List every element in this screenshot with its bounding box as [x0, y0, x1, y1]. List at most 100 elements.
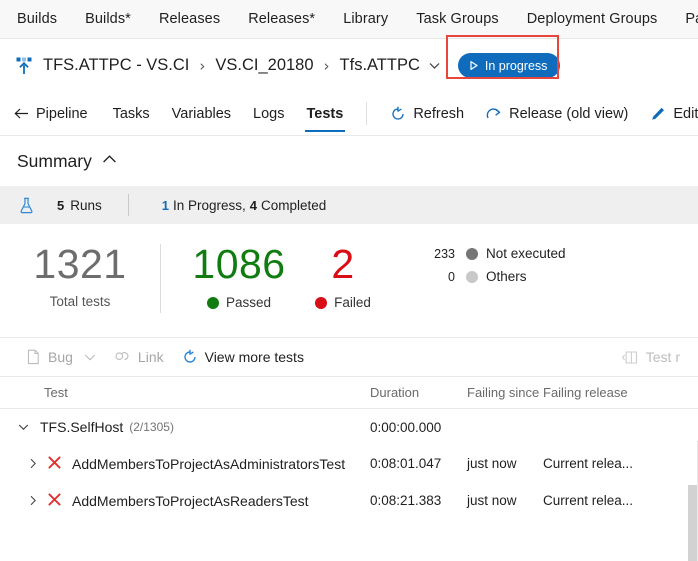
failed-dot-icon [315, 296, 328, 309]
pivot-bar: Pipeline Tasks Variables Logs Tests Refr… [0, 92, 698, 136]
chevron-up-icon[interactable] [102, 152, 117, 170]
metric-total-tests: 1321 Total tests [0, 240, 160, 309]
not-executed-dot-icon [466, 247, 478, 260]
test-group-name: TFS.SelfHost [40, 419, 124, 435]
chevron-down-icon [84, 354, 96, 360]
status-badge[interactable]: In progress [457, 53, 561, 78]
test-group-count: (2/1305) [129, 420, 174, 434]
chevron-down-icon[interactable] [428, 59, 441, 72]
bug-button[interactable]: Bug [17, 349, 105, 365]
release-old-view-button[interactable]: Release (old view) [475, 92, 639, 135]
tab-tests[interactable]: Tests [296, 92, 355, 135]
test-case-name: AddMembersToProjectAsReadersTest [72, 492, 309, 509]
link-label: Link [137, 349, 164, 365]
table-row[interactable]: AddMembersToProjectAsAdministratorsTest … [0, 445, 698, 482]
summary-title: Summary [17, 150, 92, 171]
total-tests-value: 1321 [33, 241, 127, 287]
tab-tasks-label: Tasks [112, 105, 150, 122]
test-panel-label: Test r [645, 349, 680, 365]
hubnav-packages[interactable]: Packages [685, 11, 698, 27]
passed-dot-icon [206, 296, 219, 309]
failed-x-icon [46, 492, 63, 510]
failed-value: 2 [331, 241, 355, 287]
tab-logs[interactable]: Logs [242, 92, 295, 135]
results-scrollbar[interactable] [688, 485, 697, 561]
tab-tasks[interactable]: Tasks [102, 92, 161, 135]
hubnav-deployment-groups[interactable]: Deployment Groups [527, 11, 658, 27]
row-failing-since: just now [467, 493, 517, 508]
summary-header[interactable]: Summary [0, 136, 698, 186]
not-executed-label: Not executed [486, 246, 566, 261]
others-value: 0 [448, 269, 455, 284]
completed-count: 4 [249, 197, 257, 213]
hubnav-releases[interactable]: Releases [159, 11, 220, 27]
hubnav-releases-star[interactable]: Releases* [248, 11, 315, 27]
bug-file-icon [27, 349, 39, 365]
refresh-label: Refresh [413, 105, 465, 122]
passed-value: 1086 [192, 241, 286, 287]
toolbar-divider [366, 102, 368, 125]
panel-right-icon [621, 350, 637, 364]
failed-label: Failed [334, 295, 371, 310]
metric-not-executed: 233 Not executed [425, 246, 566, 261]
metric-others: 0 Others [425, 269, 566, 284]
test-case-name: AddMembersToProjectAsAdministratorsTest [72, 455, 346, 472]
tab-pipeline[interactable]: Pipeline [14, 92, 102, 135]
column-header-test[interactable]: Test [0, 385, 370, 400]
table-row[interactable]: TFS.SelfHost (2/1305) 0:00:00.000 [0, 409, 698, 445]
arrow-left-icon [14, 108, 28, 119]
metrics-divider [160, 244, 161, 313]
completed-label: Completed [261, 197, 327, 213]
release-old-view-label: Release (old view) [509, 105, 629, 122]
results-table-header: Test Duration Failing since Failing rele… [0, 376, 698, 409]
chevron-down-icon[interactable] [12, 423, 34, 431]
breadcrumb-separator-2: › [323, 56, 330, 75]
breadcrumb-stage-name[interactable]: Tfs.ATTPC [340, 56, 420, 75]
edit-release-button[interactable]: Edit re [639, 92, 698, 135]
hub-navigation: Builds Builds* Releases Releases* Librar… [0, 0, 698, 39]
passed-label: Passed [225, 295, 272, 310]
breadcrumb-release-name[interactable]: VS.CI_20180 [215, 56, 313, 75]
column-header-failing-since[interactable]: Failing since [467, 385, 543, 400]
tab-variables-label: Variables [171, 105, 232, 122]
breadcrumb-pipeline-title[interactable]: TFS.ATTPC - VS.CI [43, 56, 189, 75]
hubnav-library[interactable]: Library [343, 11, 388, 27]
results-toolbar: Bug Link View more tests Test r [0, 338, 698, 376]
status-badge-label: In progress [484, 58, 548, 73]
row-duration: 0:08:21.383 [370, 493, 442, 508]
refresh-icon [392, 106, 404, 120]
hubnav-builds-star[interactable]: Builds* [85, 11, 131, 27]
tab-tests-label: Tests [306, 105, 344, 122]
view-more-tests-label: View more tests [204, 349, 304, 365]
runs-count: 5 [57, 197, 65, 213]
table-row[interactable]: AddMembersToProjectAsReadersTest 0:08:21… [0, 482, 698, 519]
runs-divider [127, 194, 129, 216]
tab-variables[interactable]: Variables [161, 92, 242, 135]
row-duration: 0:00:00.000 [370, 419, 442, 435]
chevron-right-icon[interactable] [22, 458, 44, 469]
others-dot-icon [466, 270, 478, 283]
link-button[interactable]: Link [105, 349, 173, 365]
external-link-icon [486, 108, 501, 119]
tab-logs-label: Logs [253, 105, 285, 122]
test-panel-button[interactable]: Test r [613, 349, 689, 365]
hubnav-task-groups[interactable]: Task Groups [416, 11, 499, 27]
others-label: Others [486, 269, 527, 284]
metric-passed: 1086 Passed [187, 240, 291, 310]
view-more-tests-button[interactable]: View more tests [173, 349, 313, 365]
runs-label: Runs [70, 197, 102, 213]
play-icon [470, 61, 478, 70]
column-header-duration[interactable]: Duration [370, 385, 467, 400]
row-duration: 0:08:01.047 [370, 456, 442, 471]
bug-label: Bug [48, 349, 73, 365]
column-header-failing-release[interactable]: Failing release [543, 385, 653, 400]
refresh-button[interactable]: Refresh [379, 92, 475, 135]
flask-icon [20, 197, 33, 213]
test-results-page: Builds Builds* Releases Releases* Librar… [0, 0, 698, 561]
chevron-right-icon[interactable] [22, 495, 44, 506]
in-progress-label: In Progress, [172, 197, 246, 213]
release-pipeline-icon [16, 57, 32, 74]
not-executed-value: 233 [434, 246, 455, 261]
runs-summary-bar: 5 Runs 1 In Progress, 4 Completed [0, 186, 698, 224]
hubnav-builds[interactable]: Builds [17, 11, 57, 27]
